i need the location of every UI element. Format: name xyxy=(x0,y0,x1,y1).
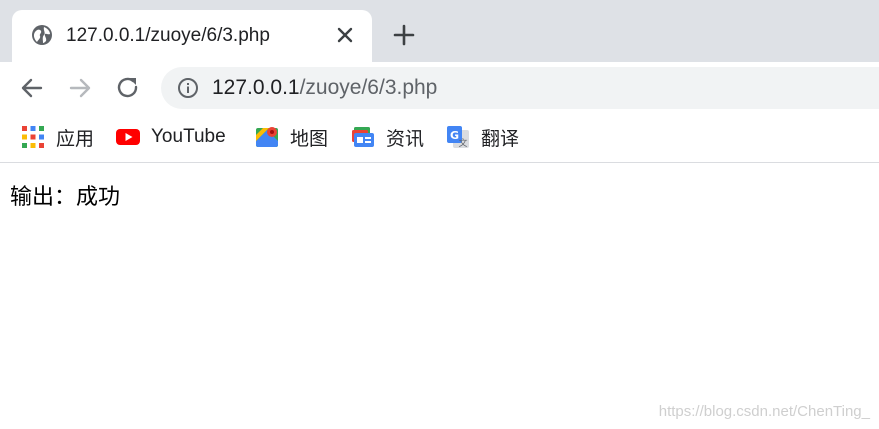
svg-text:文: 文 xyxy=(458,137,467,149)
bookmark-youtube[interactable]: YouTube xyxy=(116,124,226,150)
news-icon xyxy=(352,127,374,147)
bookmark-apps[interactable]: 应用 xyxy=(21,124,94,150)
bookmark-label: 地图 xyxy=(290,128,329,150)
address-bar[interactable]: 127.0.0.1/zuoye/6/3.php xyxy=(161,67,879,109)
maps-icon xyxy=(256,127,278,147)
globe-icon xyxy=(32,25,52,45)
bookmark-news[interactable]: 资讯 xyxy=(351,124,424,150)
bookmark-label: 应用 xyxy=(56,128,95,150)
bookmarks-bar: 应用 YouTube 地图 资讯 G 文 翻译 xyxy=(0,114,879,163)
info-icon[interactable] xyxy=(177,77,199,99)
page-content: 输出：成功 https://blog.csdn.net/ChenTing_ xyxy=(0,164,879,429)
bookmark-label: 翻译 xyxy=(481,128,520,150)
tab-title: 127.0.0.1/zuoye/6/3.php xyxy=(66,25,270,46)
url-text[interactable]: 127.0.0.1/zuoye/6/3.php xyxy=(212,76,437,100)
youtube-icon xyxy=(116,129,140,145)
bookmark-maps[interactable]: 地图 xyxy=(255,124,328,150)
reload-icon[interactable] xyxy=(114,74,142,102)
apps-grid-icon xyxy=(22,126,44,148)
url-path: /zuoye/6/3.php xyxy=(299,76,438,99)
bookmark-translate[interactable]: G 文 翻译 xyxy=(446,124,519,150)
translate-icon: G 文 xyxy=(447,126,469,149)
plus-icon[interactable] xyxy=(391,22,417,48)
url-host: 127.0.0.1 xyxy=(212,76,300,99)
browser-tab[interactable]: 127.0.0.1/zuoye/6/3.php xyxy=(12,10,372,62)
output-text: 输出：成功 xyxy=(10,185,121,210)
bookmark-label: 资讯 xyxy=(386,128,425,150)
arrow-left-icon[interactable] xyxy=(18,74,46,102)
tab-strip: 127.0.0.1/zuoye/6/3.php xyxy=(0,0,879,62)
arrow-right-icon[interactable] xyxy=(66,74,94,102)
close-icon[interactable] xyxy=(334,24,356,46)
bookmark-label: YouTube xyxy=(151,126,226,147)
watermark: https://blog.csdn.net/ChenTing_ xyxy=(658,403,870,420)
browser-toolbar: 127.0.0.1/zuoye/6/3.php xyxy=(0,62,879,114)
